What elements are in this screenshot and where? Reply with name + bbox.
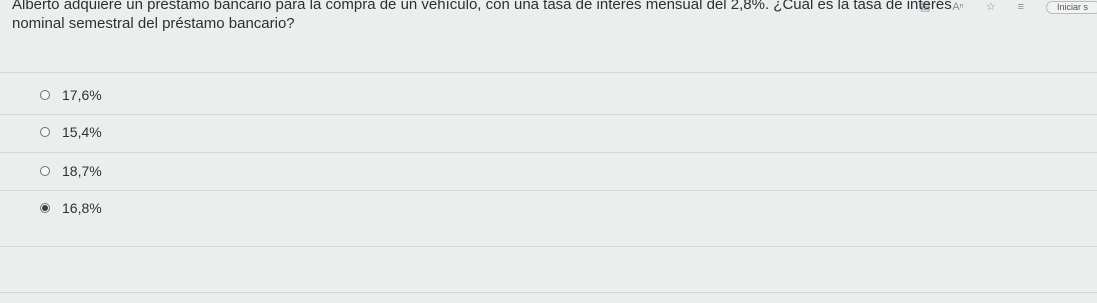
- radio-button-selected[interactable]: [40, 203, 50, 213]
- option-label: 15,4%: [62, 124, 102, 140]
- option-label: 17,6%: [62, 87, 102, 103]
- radio-button[interactable]: [40, 127, 50, 137]
- radio-button[interactable]: [40, 90, 50, 100]
- divider: [0, 152, 1097, 153]
- radio-button[interactable]: [40, 166, 50, 176]
- option-4[interactable]: 16,8%: [40, 200, 102, 216]
- question-text: Alberto adquiere un préstamo bancario pa…: [12, 0, 1082, 32]
- divider: [0, 114, 1097, 115]
- option-2[interactable]: 15,4%: [40, 124, 102, 140]
- option-label: 16,8%: [62, 200, 102, 216]
- option-3[interactable]: 18,7%: [40, 163, 102, 179]
- divider: [0, 246, 1097, 247]
- option-label: 18,7%: [62, 163, 102, 179]
- divider: [0, 292, 1097, 293]
- divider: [0, 72, 1097, 73]
- question-line-1: Alberto adquiere un préstamo bancario pa…: [12, 0, 952, 13]
- divider: [0, 190, 1097, 191]
- question-line-2: nominal semestral del préstamo bancario?: [12, 15, 295, 32]
- option-1[interactable]: 17,6%: [40, 87, 102, 103]
